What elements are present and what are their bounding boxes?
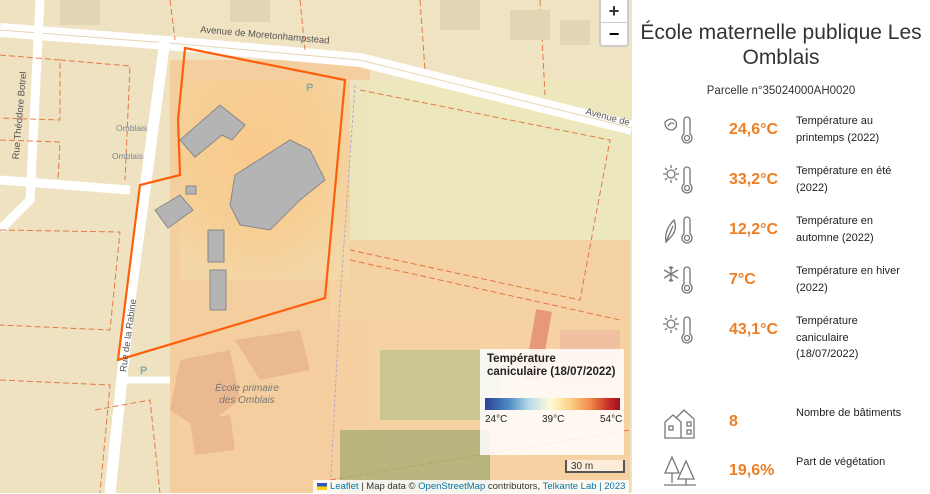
stat-heatwave: 43,1°C Température caniculaire (18/07/20… — [632, 312, 930, 360]
bus-stop-label-1: Omblais — [116, 123, 148, 133]
osm-link[interactable]: OpenStreetMap — [418, 481, 485, 492]
school-title: École maternelle publique Les Omblais — [640, 21, 922, 69]
telkante-link[interactable]: Telkante Lab | 2023 — [543, 481, 626, 492]
stat-label: Température en été (2022) — [796, 165, 892, 194]
stat-autumn: 12,2°C Température en automne (2022) — [632, 212, 930, 252]
stat-value: 12,2°C — [729, 221, 779, 238]
summer-thermometer-icon — [662, 162, 698, 198]
zoom-in-button[interactable]: + — [601, 0, 627, 22]
stat-winter: 7°C Température en hiver (2022) — [632, 262, 930, 302]
info-panel: École maternelle publique Les Omblais Pa… — [632, 0, 930, 493]
stat-vegetation: 19,6% Part de végétation — [632, 453, 930, 493]
stat-value: 19,6% — [729, 462, 775, 479]
temperature-legend: Température caniculaire (18/07/2022) 24°… — [480, 349, 624, 455]
parking-label-1: P — [306, 82, 314, 94]
legend-max: 54°C — [600, 414, 623, 425]
attribution-text-1: | Map data © — [358, 481, 419, 492]
stat-label: Part de végétation — [796, 456, 886, 468]
stat-value: 7°C — [729, 271, 756, 288]
legend-title: Température caniculaire (18/07/2022) — [487, 353, 616, 378]
parcel-number: Parcelle n°35024000AH0020 — [706, 85, 856, 97]
stat-label: Température en automne (2022) — [796, 215, 874, 244]
zoom-control: + − — [599, 0, 629, 47]
scale-bar: 30 m — [565, 460, 625, 473]
parking-label-2: P — [140, 365, 148, 377]
stat-spring: 24,6°C Température au printemps (2022) — [632, 112, 930, 152]
legend-mid: 39°C — [542, 414, 565, 425]
stat-label: Température caniculaire (18/07/2022) — [796, 315, 859, 360]
stat-value: 43,1°C — [729, 321, 779, 338]
spring-thermometer-icon — [662, 112, 698, 148]
stat-label: Température en hiver (2022) — [796, 265, 900, 294]
map-view[interactable]: Avenue de Moretonhampstead Avenue de Rue… — [0, 0, 632, 493]
legend-color-bar — [485, 398, 620, 410]
school-label: École primaire des Omblais — [215, 383, 279, 406]
stat-label: Température au printemps (2022) — [796, 115, 880, 144]
heatwave-thermometer-icon — [662, 312, 698, 348]
trees-icon — [662, 453, 698, 489]
winter-thermometer-icon — [662, 262, 698, 298]
autumn-thermometer-icon — [662, 212, 698, 248]
attribution-text-2: contributors, — [485, 481, 543, 492]
stat-summer: 33,2°C Température en été (2022) — [632, 162, 930, 202]
buildings-icon — [662, 404, 698, 440]
ukraine-flag-icon — [317, 483, 327, 490]
stat-label: Nombre de bâtiments — [796, 407, 902, 419]
zoom-out-button[interactable]: − — [601, 22, 627, 45]
stat-value: 8 — [729, 413, 738, 430]
legend-min: 24°C — [485, 414, 508, 425]
attribution: Leaflet | Map data © OpenStreetMap contr… — [313, 480, 630, 493]
stat-value: 24,6°C — [729, 121, 779, 138]
bus-stop-label-2: Omblais — [112, 151, 144, 161]
stat-value: 33,2°C — [729, 171, 779, 188]
stat-buildings: 8 Nombre de bâtiments — [632, 404, 930, 444]
leaflet-link[interactable]: Leaflet — [330, 481, 359, 492]
